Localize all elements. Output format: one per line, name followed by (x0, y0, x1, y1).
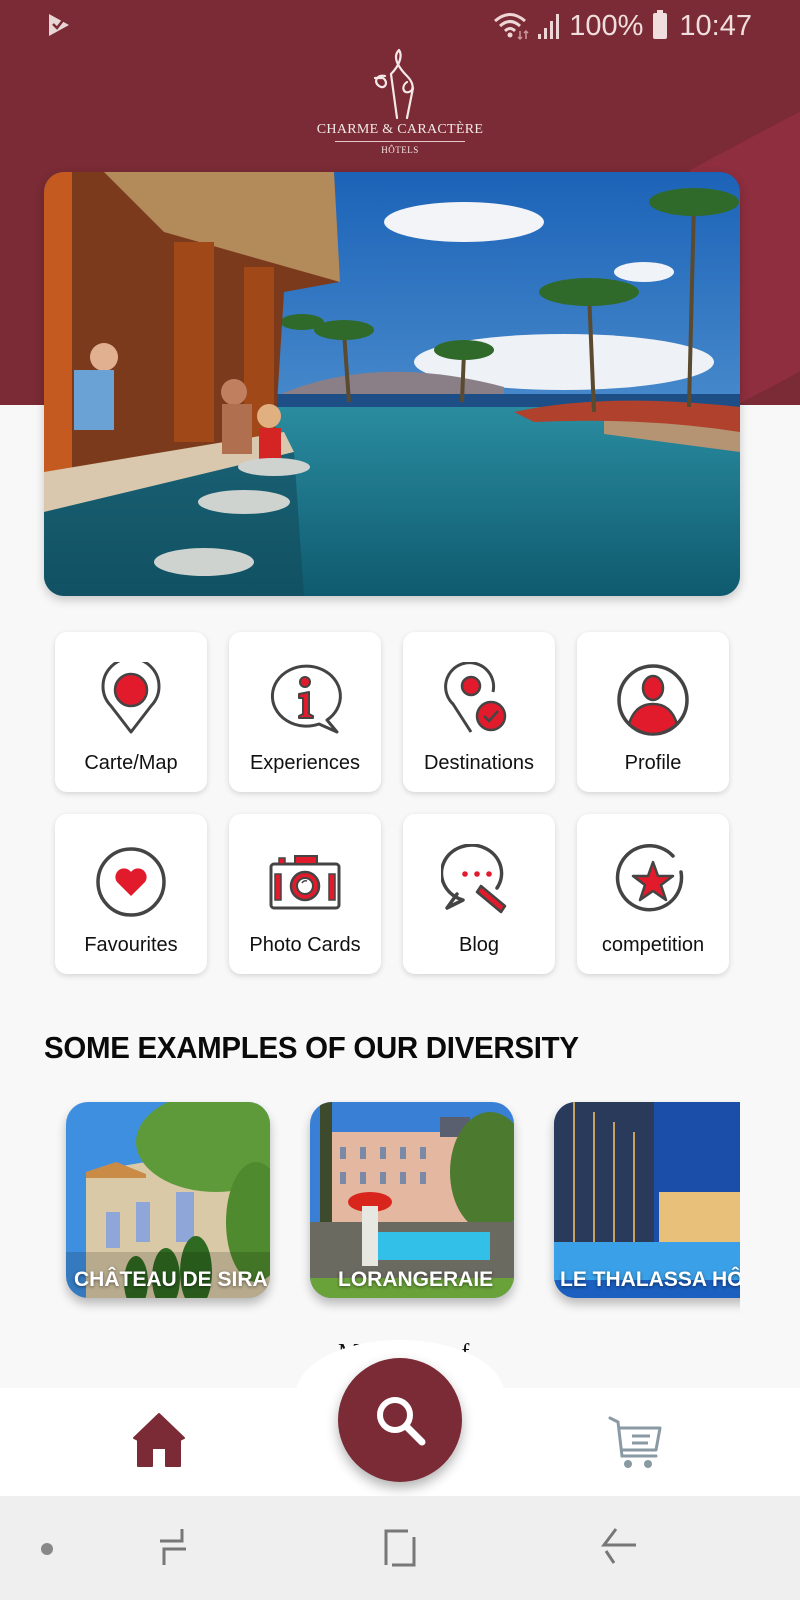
status-bar: 100% 10:47 (0, 0, 800, 52)
hotel-name: CHÂTEAU DE SIRA (74, 1268, 268, 1291)
nav-cart-button[interactable] (608, 1414, 664, 1470)
star-icon (615, 844, 684, 912)
hero-banner-image[interactable] (44, 172, 740, 596)
menu-tile-label: Profile (624, 752, 682, 774)
menu-tile-label: Favourites (84, 934, 178, 956)
menu-tile-label: Carte/Map (84, 752, 178, 774)
search-fab-button[interactable] (338, 1358, 462, 1482)
recents-icon (160, 1529, 186, 1565)
map-pin-icon (101, 662, 161, 734)
menu-tile-blog[interactable]: Blog (403, 814, 555, 974)
logo-title: Charme & Caractère (316, 122, 484, 137)
hotel-name: LORANGERAIE (338, 1268, 494, 1291)
menu-tile-label: Experiences (249, 752, 361, 774)
system-back-button[interactable] (600, 1525, 644, 1573)
signal-icon (538, 14, 560, 39)
notification-app-icon (49, 14, 69, 36)
logo-subtitle: Hôtels (381, 145, 419, 155)
home-icon (133, 1413, 185, 1467)
camera-icon (269, 855, 341, 910)
menu-tile-competition[interactable]: competition (577, 814, 729, 974)
blog-chat-pencil-icon (441, 844, 507, 914)
menu-tile-label: Destinations (423, 752, 535, 774)
hotel-card[interactable]: LORANGERAIE (310, 1102, 514, 1298)
menu-tile-label: Photo Cards (249, 934, 361, 956)
menu-grid: Carte/Map Experiences Destinations Profi… (55, 632, 731, 974)
hotel-name: LE THALASSA HÔTEL (560, 1268, 740, 1291)
info-bubble-icon (270, 664, 342, 734)
cart-icon (608, 1416, 662, 1468)
wifi-icon (494, 13, 529, 41)
system-home-icon (384, 1529, 416, 1567)
search-icon (377, 1397, 426, 1446)
logo-emblem-icon (373, 48, 415, 120)
menu-tile-experiences[interactable]: Experiences (229, 632, 381, 792)
profile-icon (617, 664, 689, 736)
brand-logo: Charme & Caractère Hôtels (300, 48, 500, 164)
menu-tile-carte-map[interactable]: Carte/Map (55, 632, 207, 792)
heart-icon (96, 847, 166, 917)
logo-divider (335, 141, 465, 142)
menu-tile-label: competition (601, 934, 705, 956)
hotel-card[interactable]: CHÂTEAU DE SIRA (66, 1102, 270, 1298)
clock: 10:47 (679, 9, 752, 42)
system-recents-button[interactable] (152, 1525, 196, 1573)
system-home-button[interactable] (378, 1525, 422, 1573)
back-icon (601, 1528, 636, 1564)
hotel-card[interactable]: LE THALASSA HÔTEL (554, 1102, 740, 1298)
battery-percent: 100% (569, 9, 644, 42)
menu-tile-favourites[interactable]: Favourites (55, 814, 207, 974)
menu-tile-photo-cards[interactable]: Photo Cards (229, 814, 381, 974)
nav-home-button[interactable] (130, 1410, 188, 1468)
hotel-carousel[interactable]: CHÂTEAU DE SIRA LORANGERAIE LE THALASSA … (0, 1100, 740, 1320)
destination-pin-check-icon (444, 662, 507, 733)
menu-tile-profile[interactable]: Profile (577, 632, 729, 792)
section-title: SOME EXAMPLES OF OUR DIVERSITY (44, 1030, 579, 1065)
nav-indicator-dot (41, 1543, 53, 1555)
menu-tile-label: Blog (458, 934, 500, 956)
menu-tile-destinations[interactable]: Destinations (403, 632, 555, 792)
battery-icon (653, 10, 668, 39)
